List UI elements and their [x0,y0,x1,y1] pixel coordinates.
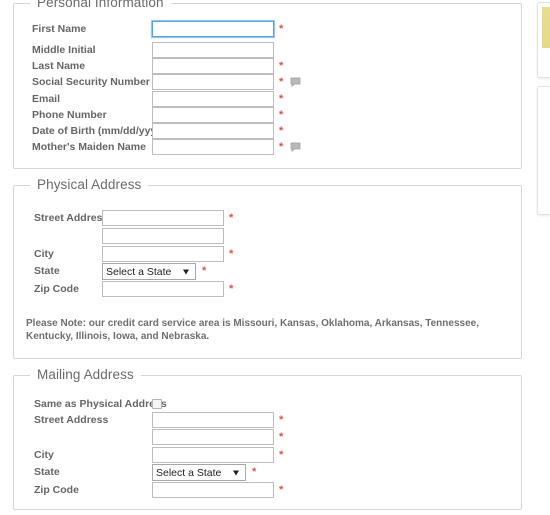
thumbnail-image-beach [542,91,550,210]
field-row-physical-street-address-2 [14,228,521,244]
input-mailing-street-address-1[interactable] [152,412,274,428]
field-row-last-name: Last Name * [14,58,521,74]
label-physical-state: State [34,265,60,277]
help-bubble-icon[interactable] [290,142,301,152]
field-row-phone-number: Phone Number * [14,107,521,123]
section-physical-address: Physical Address Street Address * City *… [13,177,522,359]
required-marker-first-name: * [279,23,284,35]
input-email[interactable] [152,91,274,107]
thumbnail-card-beach[interactable] [537,86,550,215]
service-area-note: Please Note: our credit card service are… [26,318,479,342]
field-row-mailing-state: State Select a State * [14,464,521,481]
chevron-down-icon [183,269,189,274]
required-marker-physical-zip-code: * [229,283,234,295]
select-physical-state-value: Select a State [106,265,172,278]
required-marker-email: * [279,93,284,105]
field-row-email: Email * [14,91,521,107]
input-mothers-maiden-name[interactable] [152,139,274,155]
chevron-down-icon [233,470,239,475]
field-row-physical-state: State Select a State * [14,263,521,280]
input-date-of-birth[interactable] [152,123,274,139]
field-row-mailing-zip-code: Zip Code * [14,482,521,498]
required-marker-mailing-street-address: * [279,414,284,426]
field-row-mailing-street-address: Street Address * [14,412,521,428]
input-mailing-street-address-2[interactable] [152,429,274,445]
field-row-physical-street-address: Street Address * [14,210,521,226]
label-mailing-state: State [34,466,60,478]
select-mailing-state[interactable]: Select a State [152,464,246,481]
required-marker-mailing-zip-code: * [279,484,284,496]
label-physical-city: City [34,248,54,260]
field-row-physical-zip-code: Zip Code * [14,281,521,297]
checkbox-same-as-physical-address[interactable] [152,399,162,409]
required-marker-mailing-street-address-2: * [279,431,284,443]
input-physical-street-address-2[interactable] [102,228,224,244]
label-date-of-birth: Date of Birth (mm/dd/yyyy) [32,125,166,137]
thumbnail-card-yellow[interactable] [537,2,550,78]
required-marker-physical-city: * [229,248,234,260]
label-social-security-number: Social Security Number [32,76,150,88]
field-row-same-as-physical: Same as Physical Address [14,396,521,412]
label-mothers-maiden-name: Mother's Maiden Name [32,141,146,153]
label-same-as-physical-address: Same as Physical Address [34,398,167,410]
required-marker-mothers-maiden-name: * [279,141,284,153]
label-physical-street-address: Street Address [34,212,109,224]
required-marker-social-security-number: * [279,76,284,88]
input-mailing-zip-code[interactable] [152,482,274,498]
thumbnail-image-yellow [542,7,550,73]
field-row-social-security-number: Social Security Number * [14,74,521,90]
form-page: Personal Information First Name * Middle… [0,0,550,515]
input-physical-street-address-1[interactable] [102,210,224,226]
label-first-name: First Name [32,23,87,35]
required-marker-date-of-birth: * [279,125,284,137]
required-marker-mailing-city: * [279,449,284,461]
input-first-name[interactable] [152,21,274,37]
input-physical-zip-code[interactable] [102,281,224,297]
field-row-middle-initial: Middle Initial [14,42,521,58]
select-mailing-state-value: Select a State [156,466,222,479]
select-physical-state[interactable]: Select a State [102,263,196,280]
label-mailing-city: City [34,449,54,461]
label-last-name: Last Name [32,60,86,72]
field-row-physical-city: City * [14,246,521,262]
label-mailing-street-address: Street Address [34,414,109,426]
field-row-mailing-city: City * [14,447,521,463]
label-physical-zip-code: Zip Code [34,283,79,295]
field-row-mothers-maiden-name: Mother's Maiden Name * [14,139,521,155]
input-social-security-number[interactable] [152,74,274,90]
required-marker-physical-street-address: * [229,212,234,224]
section-personal-information: Personal Information First Name * Middle… [13,0,522,169]
input-physical-city[interactable] [102,246,224,262]
field-row-date-of-birth: Date of Birth (mm/dd/yyyy) * [14,123,521,139]
field-row-first-name: First Name * [14,21,521,37]
label-middle-initial: Middle Initial [32,44,96,56]
field-row-mailing-street-address-2: * [14,429,521,445]
input-middle-initial[interactable] [152,42,274,58]
label-email: Email [32,93,61,105]
required-marker-physical-state: * [202,265,207,277]
input-phone-number[interactable] [152,107,274,123]
label-mailing-zip-code: Zip Code [34,484,79,496]
section-mailing-address: Mailing Address Same as Physical Address… [13,367,522,510]
label-phone-number: Phone Number [32,109,107,121]
input-last-name[interactable] [152,58,274,74]
help-bubble-icon[interactable] [290,77,301,87]
input-mailing-city[interactable] [152,447,274,463]
required-marker-mailing-state: * [252,466,257,478]
required-marker-phone-number: * [279,109,284,121]
required-marker-last-name: * [279,60,284,72]
